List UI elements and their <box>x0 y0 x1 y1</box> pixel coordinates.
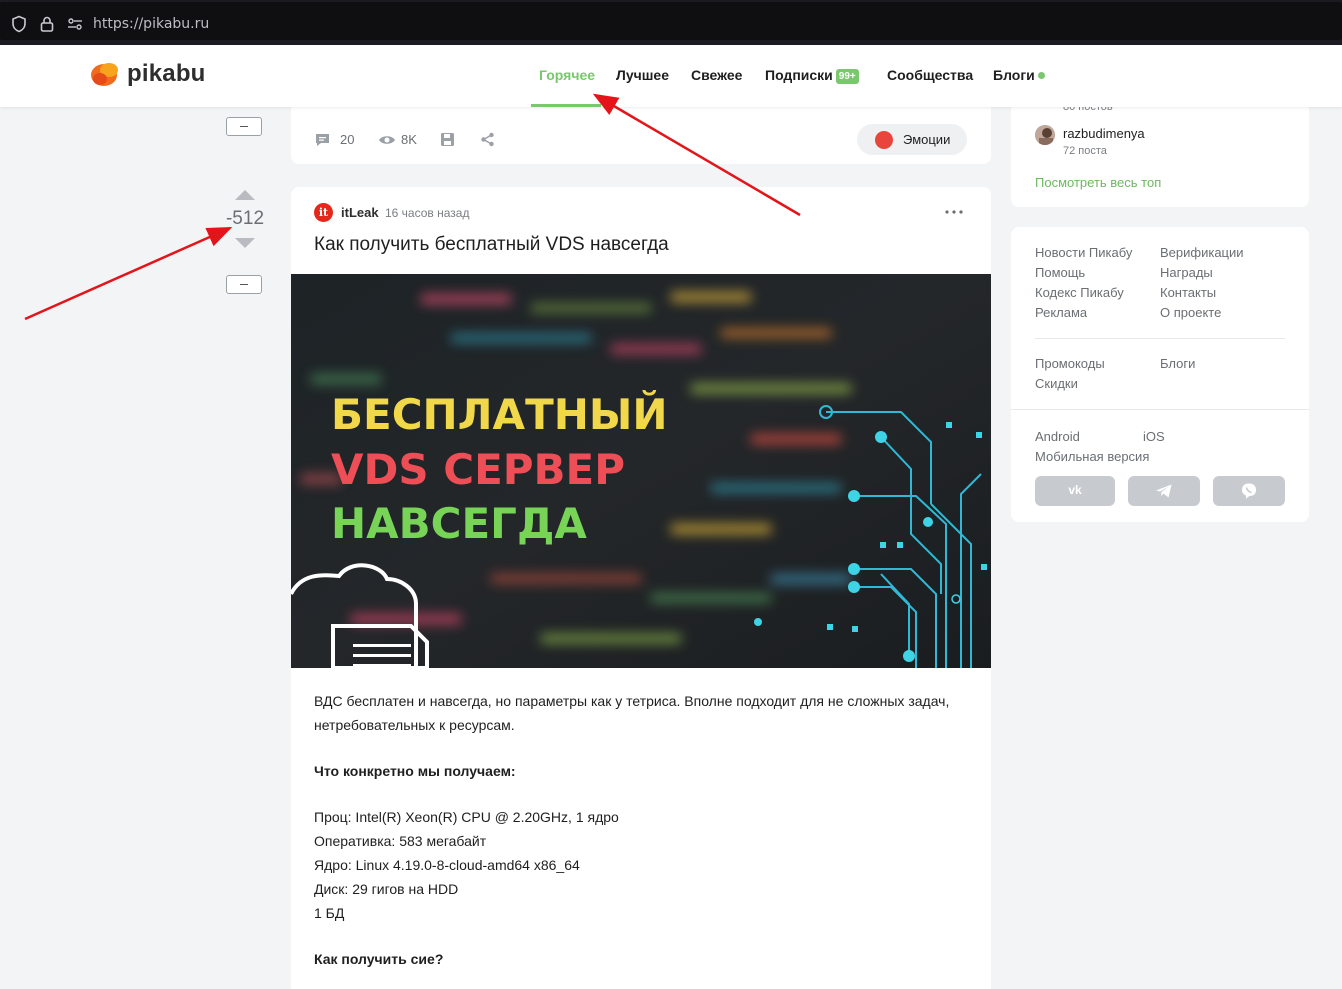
viber-button[interactable] <box>1213 476 1285 506</box>
telegram-button[interactable] <box>1128 476 1200 506</box>
more-options-icon[interactable] <box>945 210 963 214</box>
link-ads[interactable]: Реклама <box>1035 305 1087 320</box>
author-avatar-icon[interactable]: it <box>314 203 333 222</box>
divider <box>1035 338 1285 339</box>
url-text[interactable]: https://pikabu.ru <box>93 16 209 32</box>
collapse-button[interactable] <box>226 117 262 136</box>
nav-communities[interactable]: Сообщества <box>887 67 973 83</box>
link-blogs[interactable]: Блоги <box>1160 356 1195 371</box>
post-body-line: Оперативка: 583 мегабайт <box>314 833 487 849</box>
logo-text[interactable]: pikabu <box>127 60 206 88</box>
browser-toolbar: https://pikabu.ru <box>0 0 1342 45</box>
address-bar[interactable]: https://pikabu.ru <box>0 2 1342 40</box>
shield-icon[interactable] <box>10 15 28 33</box>
nav-best[interactable]: Лучшее <box>616 67 669 83</box>
vote-down-icon[interactable] <box>235 238 255 248</box>
nav-blogs-label: Блоги <box>993 67 1035 83</box>
link-promocodes[interactable]: Промокоды <box>1035 356 1105 371</box>
arrow-to-vote-score <box>24 226 233 321</box>
comments-icon[interactable] <box>314 132 331 148</box>
post-time: 16 часов назад <box>385 206 470 220</box>
post-body-line: Проц: Intel(R) Xeon(R) CPU @ 2.20GHz, 1 … <box>314 809 619 825</box>
vk-button[interactable]: vk <box>1035 476 1115 506</box>
link-ios[interactable]: iOS <box>1143 429 1165 444</box>
telegram-icon <box>1156 484 1172 498</box>
lock-icon[interactable] <box>38 15 56 33</box>
emotions-button[interactable]: Эмоции <box>857 124 967 155</box>
views-count: 8K <box>401 132 417 147</box>
post-title[interactable]: Как получить бесплатный VDS навсегда <box>314 234 669 256</box>
link-help[interactable]: Помощь <box>1035 265 1085 280</box>
link-pikabu-news[interactable]: Новости Пикабу <box>1035 245 1132 260</box>
collapse-post-button[interactable] <box>226 275 262 294</box>
nav-blogs[interactable]: Блоги <box>993 67 1045 83</box>
share-icon[interactable] <box>480 132 495 147</box>
save-icon[interactable] <box>440 132 455 147</box>
link-android[interactable]: Android <box>1035 429 1080 444</box>
author-name[interactable]: itLeak <box>341 205 379 220</box>
vote-up-icon[interactable] <box>235 190 255 200</box>
top-user-name[interactable]: razbudimenya <box>1063 126 1145 141</box>
link-contacts[interactable]: Контакты <box>1160 285 1216 300</box>
comments-count[interactable]: 20 <box>340 132 354 147</box>
nav-new[interactable]: Свежее <box>691 67 742 83</box>
image-headline-3: НАВСЕГДА <box>331 499 587 548</box>
link-mobile-version[interactable]: Мобильная версия <box>1035 449 1149 464</box>
link-verifications[interactable]: Верификации <box>1160 245 1244 260</box>
post-body-line: Диск: 29 гигов на HDD <box>314 881 459 897</box>
link-awards[interactable]: Награды <box>1160 265 1213 280</box>
post-image-graphic: БЕСПЛАТНЫЙ VDS СЕРВЕР НАВСЕГДА <box>291 274 991 668</box>
nav-subscriptions-label: Подписки <box>765 67 833 83</box>
vk-icon: vk <box>1068 483 1082 497</box>
post-body-heading: Как получить сие? <box>314 951 444 967</box>
post-image[interactable]: БЕСПЛАТНЫЙ VDS СЕРВЕР НАВСЕГДА <box>291 274 991 668</box>
top-user-posts: 72 поста <box>1063 145 1107 157</box>
see-all-top-link[interactable]: Посмотреть весь топ <box>1035 175 1161 190</box>
views-icon <box>379 136 395 144</box>
image-headline-1: БЕСПЛАТНЫЙ <box>331 389 668 439</box>
image-headline-2: VDS СЕРВЕР <box>331 445 625 494</box>
online-dot-icon <box>1037 72 1045 79</box>
post-body-line: ВДС бесплатен и навсегда, но параметры к… <box>314 693 950 709</box>
link-about[interactable]: О проекте <box>1160 305 1221 320</box>
permissions-icon[interactable] <box>66 15 84 33</box>
link-code[interactable]: Кодекс Пикабу <box>1035 285 1124 300</box>
post-body-heading: Что конкретно мы получаем: <box>314 763 516 779</box>
pikabu-logo-icon[interactable] <box>90 60 120 88</box>
avatar[interactable] <box>1035 125 1055 145</box>
post-body-line: Ядро: Linux 4.19.0-8-cloud-amd64 x86_64 <box>314 857 580 873</box>
divider <box>1011 409 1309 410</box>
viber-icon <box>1242 483 1256 499</box>
site-header: pikabu Горячее Лучшее Свежее Подписки 99+… <box>0 45 1342 107</box>
subscriptions-badge: 99+ <box>835 69 859 84</box>
top-users-card <box>1011 107 1309 207</box>
angry-face-icon <box>875 131 893 149</box>
nav-subscriptions[interactable]: Подписки 99+ <box>765 67 859 84</box>
link-discounts[interactable]: Скидки <box>1035 376 1078 391</box>
vote-score: -512 <box>225 208 265 229</box>
post-body-line: нетребовательных к ресурсам. <box>314 717 515 733</box>
post-body-line: 1 БД <box>314 905 345 921</box>
emotions-label: Эмоции <box>903 132 951 147</box>
nav-active-underline <box>531 104 601 107</box>
nav-hot[interactable]: Горячее <box>539 67 595 83</box>
